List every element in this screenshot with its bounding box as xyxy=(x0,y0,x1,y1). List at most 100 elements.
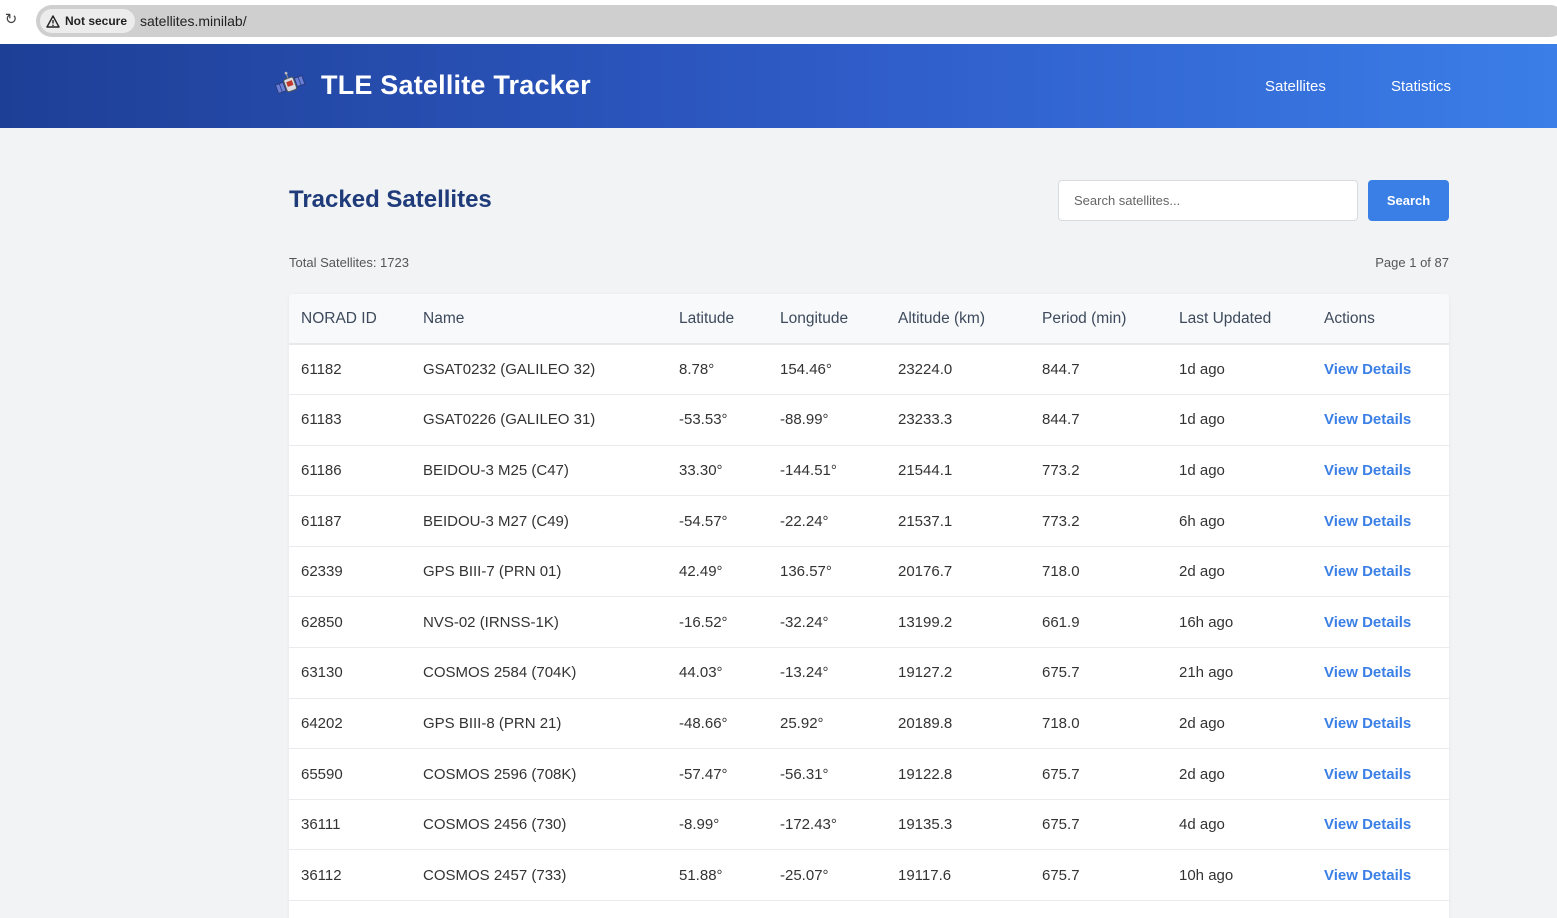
search-input[interactable] xyxy=(1058,180,1358,221)
app-title[interactable]: TLE Satellite Tracker xyxy=(321,70,591,101)
name-cell: COSMOS 2456 (730) xyxy=(423,816,567,834)
column-header[interactable]: Last Updated xyxy=(1167,294,1312,344)
table-row: 36112 COSMOS 2457 (733) 51.88° -25.07° 1… xyxy=(289,850,1449,901)
actions-cell: View Details xyxy=(1312,648,1449,699)
page-title: Tracked Satellites xyxy=(289,186,492,213)
last-updated-cell: 1d ago xyxy=(1179,411,1225,429)
view-details-link[interactable]: View Details xyxy=(1324,513,1411,530)
nav-statistics[interactable]: Statistics xyxy=(1391,78,1451,95)
app-header: TLE Satellite Tracker Satellites Statist… xyxy=(0,44,1557,128)
security-indicator[interactable]: Not secure xyxy=(40,9,136,33)
view-details-link[interactable]: View Details xyxy=(1324,664,1411,681)
period-cell: 844.7 xyxy=(1042,411,1080,429)
address-bar[interactable]: Not secure satellites.minilab/ xyxy=(36,5,1557,37)
security-label: Not secure xyxy=(65,14,128,28)
last-updated-cell: 2d ago xyxy=(1179,563,1225,581)
column-header[interactable]: Longitude xyxy=(768,294,886,344)
last-updated-cell: 6h ago xyxy=(1179,512,1225,530)
view-details-link[interactable]: View Details xyxy=(1324,563,1411,580)
longitude-cell: -172.43° xyxy=(780,816,837,834)
norad-id-cell: 64202 xyxy=(301,714,343,732)
actions-cell: View Details xyxy=(1312,799,1449,850)
satellite-icon xyxy=(274,71,306,95)
column-header[interactable]: Latitude xyxy=(667,294,768,344)
table-row: 63130 COSMOS 2584 (704K) 44.03° -13.24° … xyxy=(289,648,1449,699)
column-header[interactable]: Period (min) xyxy=(1030,294,1167,344)
period-cell: 675.7 xyxy=(1042,816,1080,834)
table-row: 61183 GSAT0226 (GALILEO 31) -53.53° -88.… xyxy=(289,395,1449,446)
last-updated-cell: 21h ago xyxy=(1179,664,1234,682)
longitude-cell: -32.24° xyxy=(780,613,829,631)
longitude-cell: -22.24° xyxy=(780,512,829,530)
column-header[interactable]: Altitude (km) xyxy=(886,294,1030,344)
longitude-cell: -56.31° xyxy=(780,765,829,783)
period-cell: 661.9 xyxy=(1042,613,1080,631)
table-row: 61182 GSAT0232 (GALILEO 32) 8.78° 154.46… xyxy=(289,344,1449,395)
table-row: 61186 BEIDOU-3 M25 (C47) 33.30° -144.51°… xyxy=(289,445,1449,496)
table-row: 62850 NVS-02 (IRNSS-1K) -16.52° -32.24° … xyxy=(289,597,1449,648)
total-satellites-count: Total Satellites: 1723 xyxy=(289,255,409,270)
period-cell: 718.0 xyxy=(1042,563,1080,581)
actions-cell: View Details xyxy=(1312,496,1449,547)
view-details-link[interactable]: View Details xyxy=(1324,462,1411,479)
altitude-cell: 23233.3 xyxy=(898,411,953,429)
longitude-cell: 154.46° xyxy=(780,361,832,379)
altitude-cell: 21537.1 xyxy=(898,512,953,530)
name-cell: BEIDOU-3 M25 (C47) xyxy=(423,461,569,479)
latitude-cell: 42.49° xyxy=(679,563,723,581)
actions-cell: View Details xyxy=(1312,698,1449,749)
actions-cell: View Details xyxy=(1312,546,1449,597)
norad-id-cell: 61182 xyxy=(301,361,342,379)
altitude-cell: 19122.8 xyxy=(898,765,953,783)
table-header-row: NORAD ID Name Latitude Longitude Altitud… xyxy=(289,294,1449,344)
search-button[interactable]: Search xyxy=(1368,180,1449,221)
view-details-link[interactable]: View Details xyxy=(1324,614,1411,631)
name-cell: GPS BIII-8 (PRN 21) xyxy=(423,714,562,732)
view-details-link[interactable]: View Details xyxy=(1324,715,1411,732)
name-cell: GSAT0232 (GALILEO 32) xyxy=(423,361,596,379)
norad-id-cell: 63130 xyxy=(301,664,343,682)
view-details-link[interactable]: View Details xyxy=(1324,766,1411,783)
period-cell: 718.0 xyxy=(1042,714,1080,732)
period-cell: 773.2 xyxy=(1042,512,1080,530)
last-updated-cell: 2d ago xyxy=(1179,765,1225,783)
longitude-cell: -88.99° xyxy=(780,411,829,429)
table-row: 36111 COSMOS 2456 (730) -8.99° -172.43° … xyxy=(289,799,1449,850)
url-text[interactable]: satellites.minilab/ xyxy=(140,13,247,29)
view-details-link[interactable]: View Details xyxy=(1324,361,1411,378)
longitude-cell: 25.92° xyxy=(780,714,824,732)
column-header[interactable]: Name xyxy=(411,294,667,344)
period-cell: 675.7 xyxy=(1042,866,1080,884)
last-updated-cell: 10h ago xyxy=(1179,866,1234,884)
norad-id-cell: 61187 xyxy=(301,512,342,530)
altitude-cell: 19117.6 xyxy=(898,866,952,884)
norad-id-cell: 36111 xyxy=(301,816,341,834)
altitude-cell: 20189.8 xyxy=(898,714,953,732)
table-row: 65590 COSMOS 2596 (708K) -57.47° -56.31°… xyxy=(289,749,1449,800)
column-header[interactable]: NORAD ID xyxy=(289,294,411,344)
latitude-cell: 44.03° xyxy=(679,664,723,682)
norad-id-cell: 62339 xyxy=(301,563,343,581)
name-cell: COSMOS 2584 (704K) xyxy=(423,664,577,682)
view-details-link[interactable]: View Details xyxy=(1324,816,1411,833)
table-row xyxy=(289,901,1449,918)
latitude-cell: 33.30° xyxy=(679,461,723,479)
last-updated-cell: 16h ago xyxy=(1179,613,1234,631)
altitude-cell: 21544.1 xyxy=(898,461,953,479)
latitude-cell: -8.99° xyxy=(679,816,720,834)
actions-cell: View Details xyxy=(1312,749,1449,800)
norad-id-cell: 61186 xyxy=(301,461,342,479)
longitude-cell: -144.51° xyxy=(780,461,837,479)
period-cell: 675.7 xyxy=(1042,664,1080,682)
nav-satellites[interactable]: Satellites xyxy=(1265,78,1326,95)
view-details-link[interactable]: View Details xyxy=(1324,411,1411,428)
latitude-cell: -53.53° xyxy=(679,411,728,429)
actions-cell: View Details xyxy=(1312,395,1449,446)
altitude-cell: 13199.2 xyxy=(898,613,953,631)
view-details-link[interactable]: View Details xyxy=(1324,867,1411,884)
latitude-cell: 8.78° xyxy=(679,361,715,379)
last-updated-cell: 1d ago xyxy=(1179,361,1225,379)
reload-icon[interactable]: ↻ xyxy=(2,10,20,30)
altitude-cell: 19135.3 xyxy=(898,816,953,834)
longitude-cell: 136.57° xyxy=(780,563,832,581)
